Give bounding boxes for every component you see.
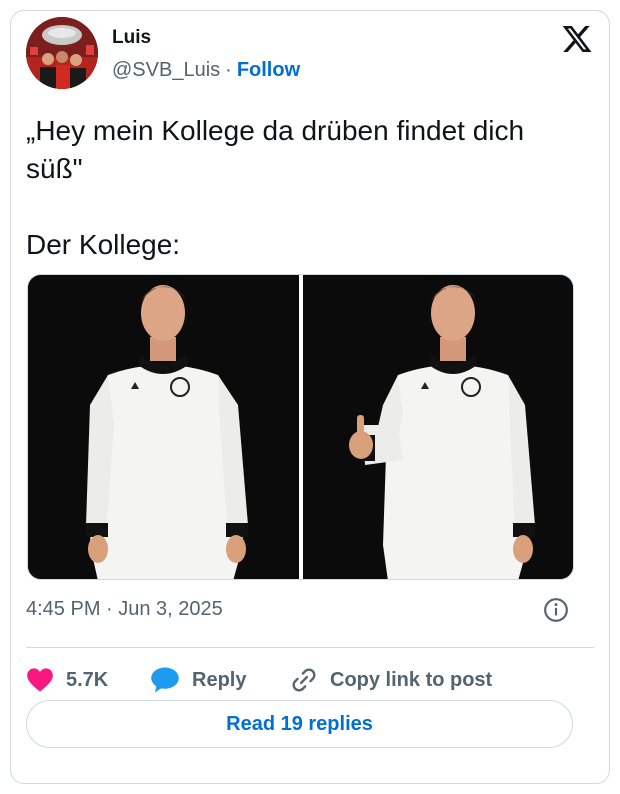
heart-icon — [27, 668, 53, 692]
read-replies-button[interactable]: Read 19 replies — [26, 700, 573, 748]
reply-button[interactable]: Reply — [150, 656, 246, 704]
author-handle-line: @SVB_Luis · Follow — [112, 59, 300, 82]
like-button[interactable]: 5.7K — [26, 656, 108, 704]
reply-bubble-icon — [151, 667, 179, 693]
info-icon[interactable] — [543, 597, 569, 623]
copy-link-label: Copy link to post — [330, 668, 493, 691]
separator-dot: · — [225, 59, 232, 81]
tweet-text: „Hey mein Kollege da drüben findet dich … — [26, 112, 586, 264]
avatar[interactable] — [26, 17, 98, 89]
link-icon — [292, 668, 316, 692]
media-photo-2[interactable] — [303, 275, 573, 579]
tweet-text-line-2: Der Kollege: — [26, 229, 181, 260]
author-handle[interactable]: @SVB_Luis — [112, 59, 220, 81]
tweet-timestamp[interactable]: 4:45 PM · Jun 3, 2025 — [26, 598, 223, 621]
player-photo-neutral — [28, 275, 299, 579]
x-logo-icon[interactable] — [560, 23, 594, 55]
media-photo-1[interactable] — [28, 275, 299, 579]
action-bar: 5.7K Reply Copy link to post — [26, 656, 594, 704]
media-grid — [27, 274, 574, 580]
reply-label: Reply — [192, 668, 247, 691]
divider — [26, 647, 594, 648]
author-name[interactable]: Luis — [112, 27, 151, 49]
like-count: 5.7K — [66, 668, 109, 691]
avatar-image — [26, 17, 98, 89]
tweet-text-line-1: „Hey mein Kollege da drüben findet dich … — [26, 115, 525, 184]
tweet-header: Luis @SVB_Luis · Follow — [26, 17, 600, 97]
copy-link-button[interactable]: Copy link to post — [290, 656, 492, 704]
follow-link[interactable]: Follow — [237, 59, 300, 81]
read-replies-label: Read 19 replies — [226, 712, 373, 735]
player-photo-thumbs-up — [303, 275, 573, 579]
